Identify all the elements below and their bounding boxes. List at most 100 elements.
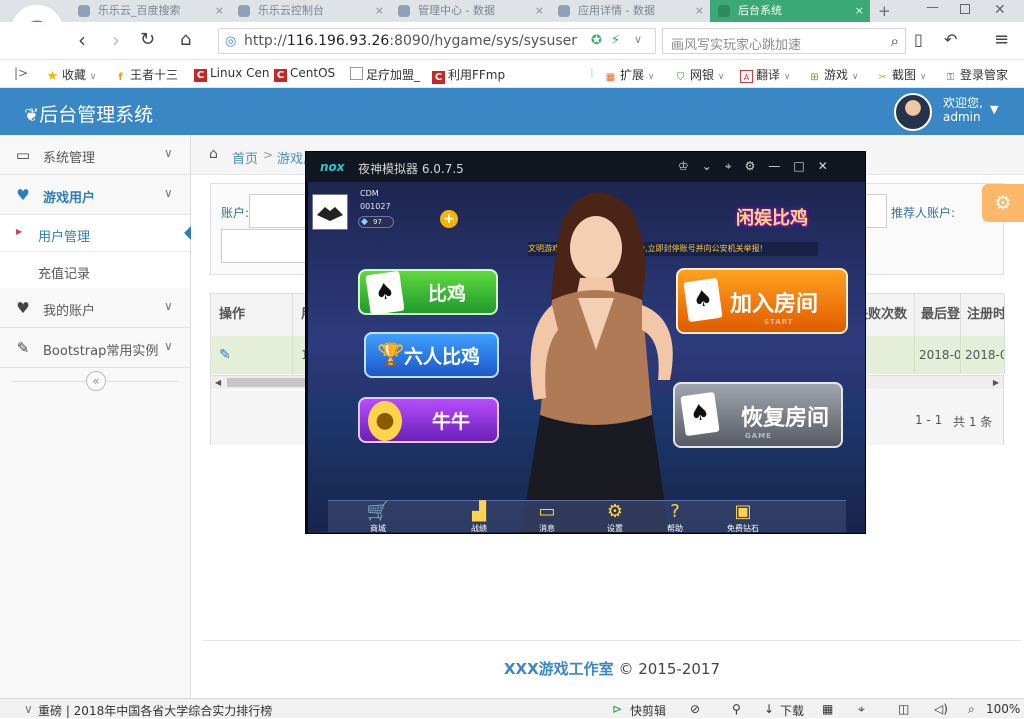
bookmark-item[interactable]: ▦ 扩展 ∨ xyxy=(604,66,655,84)
sidebar-item-bootstrap[interactable]: ✎ Bootstrap常用实例 ∨ xyxy=(0,328,190,368)
bookmark-item[interactable]: C Linux Cen xyxy=(194,66,270,82)
sidebar-item-my-account[interactable]: ♥ 我的账户 ∨ xyxy=(0,288,190,328)
clip-icon[interactable]: ⊳ xyxy=(612,702,622,716)
lightning-icon[interactable]: ⚡ xyxy=(611,33,620,48)
emulator-window[interactable]: nox 夜神模拟器 6.0.7.5 ♔⌄⌖⚙—□✕ CDM 001027 ◆ 97… xyxy=(305,151,866,534)
refresh-icon[interactable]: ↻ xyxy=(140,30,155,50)
game-screen[interactable]: CDM 001027 ◆ 97 + 闲娱比鸡 文明游戏,禁止赌博,如有赌博行为,立… xyxy=(308,182,865,533)
bookmark-item[interactable]: ✂ 截图 ∨ xyxy=(876,66,926,84)
minimize-icon[interactable]: — xyxy=(926,0,939,15)
collapse-sidebar-icon[interactable]: « xyxy=(86,371,106,391)
bijie-game-button[interactable]: ♠ 比鸡 xyxy=(358,269,498,316)
pencil-edit-icon[interactable]: ✎ xyxy=(219,347,231,363)
browser-tab[interactable]: 管理中心 - 数据 × xyxy=(390,0,550,22)
speaker-icon[interactable]: ◫ xyxy=(898,702,909,716)
avatar[interactable] xyxy=(894,93,932,131)
chevron-down-icon[interactable]: ∨ xyxy=(634,33,642,46)
bookmark-item[interactable]: C CentOS xyxy=(274,66,335,82)
close-icon[interactable]: × xyxy=(215,0,224,22)
search-icon[interactable]: ⌕ xyxy=(891,32,899,50)
add-diamond-button[interactable]: + xyxy=(440,210,458,228)
sidebar-item-system[interactable]: ▭ 系统管理 ∨ xyxy=(0,135,190,175)
column-header[interactable]: 最后登 xyxy=(915,294,961,336)
browser-icon[interactable]: ⊘ xyxy=(690,702,700,716)
sidebar-item-game-users[interactable]: ♥ 游戏用户 ∨ xyxy=(0,175,190,215)
browser-tab[interactable]: 乐乐云控制台 × xyxy=(230,0,390,22)
help-button[interactable]: ? 帮助 xyxy=(650,501,700,533)
news-ticker-link[interactable]: 重磅 | 2018年中国各省大学综合实力排行榜 xyxy=(38,702,272,719)
chevron-down-icon[interactable]: ⌄ xyxy=(702,159,725,173)
user-welcome[interactable]: 欢迎您, admin xyxy=(943,96,983,124)
forward-icon[interactable]: › xyxy=(112,30,120,50)
resume-room-button[interactable]: ♠ 恢复房间 GAME xyxy=(673,382,843,448)
caret-down-icon[interactable]: ▼ xyxy=(990,103,998,116)
maximize-icon[interactable]: □ xyxy=(793,159,817,173)
undo-icon[interactable]: ↶ xyxy=(944,30,957,50)
bookmark-item[interactable]: ⊞ 游戏 ∨ xyxy=(808,66,858,84)
submenu-recharge-records[interactable]: 充值记录 xyxy=(0,252,190,289)
clip-label[interactable]: 快剪辑 xyxy=(630,702,666,719)
close-icon[interactable]: × xyxy=(535,0,544,22)
column-header[interactable]: 注册时 xyxy=(961,294,1005,336)
search-box[interactable]: 画风写实玩家心跳加速 ⌕ xyxy=(662,28,906,54)
bookmark-item[interactable]: A 翻译 ∨ xyxy=(740,66,790,83)
close-icon[interactable]: × xyxy=(695,0,704,22)
back-icon[interactable]: ‹ xyxy=(78,30,86,50)
bookmark-item[interactable]: ⚿ 登录管家 xyxy=(944,66,1008,84)
window-close-icon[interactable]: ✕ xyxy=(994,2,1006,18)
url-text[interactable]: http://116.196.93.26:8090/hygame/sys/sys… xyxy=(244,33,584,49)
accelerate-icon[interactable]: ✪ xyxy=(591,33,602,48)
bookmark-item[interactable]: 足疗加盟_ xyxy=(350,66,420,83)
scroll-thumb[interactable] xyxy=(227,378,305,387)
browser-tab[interactable]: 应用详情 - 数据 × xyxy=(550,0,710,22)
bookmark-favorites[interactable]: ★ 收藏 ∨ xyxy=(46,66,97,83)
emulator-titlebar[interactable]: nox 夜神模拟器 6.0.7.5 ♔⌄⌖⚙—□✕ xyxy=(306,152,865,182)
bookmark-item[interactable]: ⛉ 网银 ∨ xyxy=(674,66,725,84)
zoom-icon[interactable]: ⌕ xyxy=(968,702,975,717)
pin-icon[interactable]: ⚲ xyxy=(732,702,741,716)
submenu-user-management[interactable]: ▶ 用户管理 xyxy=(0,215,191,252)
sidebar-toggle-icon[interactable]: |> xyxy=(14,66,28,80)
home-icon[interactable]: ⌂ xyxy=(180,30,191,50)
close-icon[interactable]: × xyxy=(855,0,864,22)
chevron-down-icon[interactable]: ∨ xyxy=(24,702,33,716)
settings-gear-icon[interactable]: ⚙ xyxy=(982,184,1024,222)
scroll-left-icon[interactable]: ◀ xyxy=(215,376,221,389)
zoom-level[interactable]: 100% xyxy=(986,702,1020,716)
account-label: 账户: xyxy=(221,206,250,220)
cursor-icon[interactable]: ⌖ xyxy=(858,702,865,717)
footer: XXX游戏工作室 © 2015-2017 xyxy=(203,640,1021,678)
new-tab-icon[interactable]: + xyxy=(878,2,891,20)
game-bottom-menu: 🛒 商城 ▟ 战绩 ▭ 消息 ⚙ 设置 ? 帮助 ▣ 免费钻石 xyxy=(328,500,846,533)
messages-button[interactable]: ▭ 消息 xyxy=(522,501,572,533)
sound-icon[interactable]: ◁) xyxy=(934,702,948,716)
bookmark-item[interactable]: f 王者十三 xyxy=(114,66,178,84)
close-icon[interactable]: × xyxy=(375,0,384,22)
download-icon[interactable]: ↓ xyxy=(764,702,774,716)
settings-button[interactable]: ⚙ 设置 xyxy=(590,501,640,533)
breadcrumb-home-link[interactable]: 首页 xyxy=(232,148,258,167)
shop-button[interactable]: 🛒 商城 xyxy=(350,501,406,533)
column-header[interactable]: 操作 xyxy=(211,294,293,336)
restore-icon[interactable] xyxy=(960,4,970,14)
download-label[interactable]: 下载 xyxy=(780,702,804,719)
bookmark-item[interactable]: C 利用FFmp xyxy=(432,66,505,84)
browser-tab[interactable]: 乐乐云_百度搜索 × xyxy=(70,0,230,22)
phone-icon[interactable]: ▯ xyxy=(914,30,923,50)
free-diamonds-button[interactable]: ▣ 免费钻石 xyxy=(708,501,778,533)
six-player-bijie-button[interactable]: 🏆 六人比鸡 xyxy=(364,332,499,378)
scroll-right-icon[interactable]: ▶ xyxy=(993,376,999,389)
grid-icon[interactable]: ▦ xyxy=(822,702,833,716)
records-button[interactable]: ▟ 战绩 xyxy=(454,501,504,533)
shirt-icon[interactable]: ♔ xyxy=(678,159,702,173)
player-avatar[interactable] xyxy=(312,194,348,230)
pin-icon[interactable]: ⌖ xyxy=(725,159,745,173)
minimize-icon[interactable]: — xyxy=(768,159,793,173)
url-bar[interactable]: ◎ http://116.196.93.26:8090/hygame/sys/s… xyxy=(218,28,656,54)
join-room-button[interactable]: ♠ 加入房间 START xyxy=(676,268,848,334)
browser-tab-active[interactable]: 后台系统 × xyxy=(710,0,870,22)
gear-icon[interactable]: ⚙ xyxy=(745,159,769,173)
menu-icon[interactable]: ≡ xyxy=(994,30,1009,50)
niuniu-game-button[interactable]: ● 牛牛 xyxy=(358,397,499,443)
close-icon[interactable]: ✕ xyxy=(818,159,841,173)
